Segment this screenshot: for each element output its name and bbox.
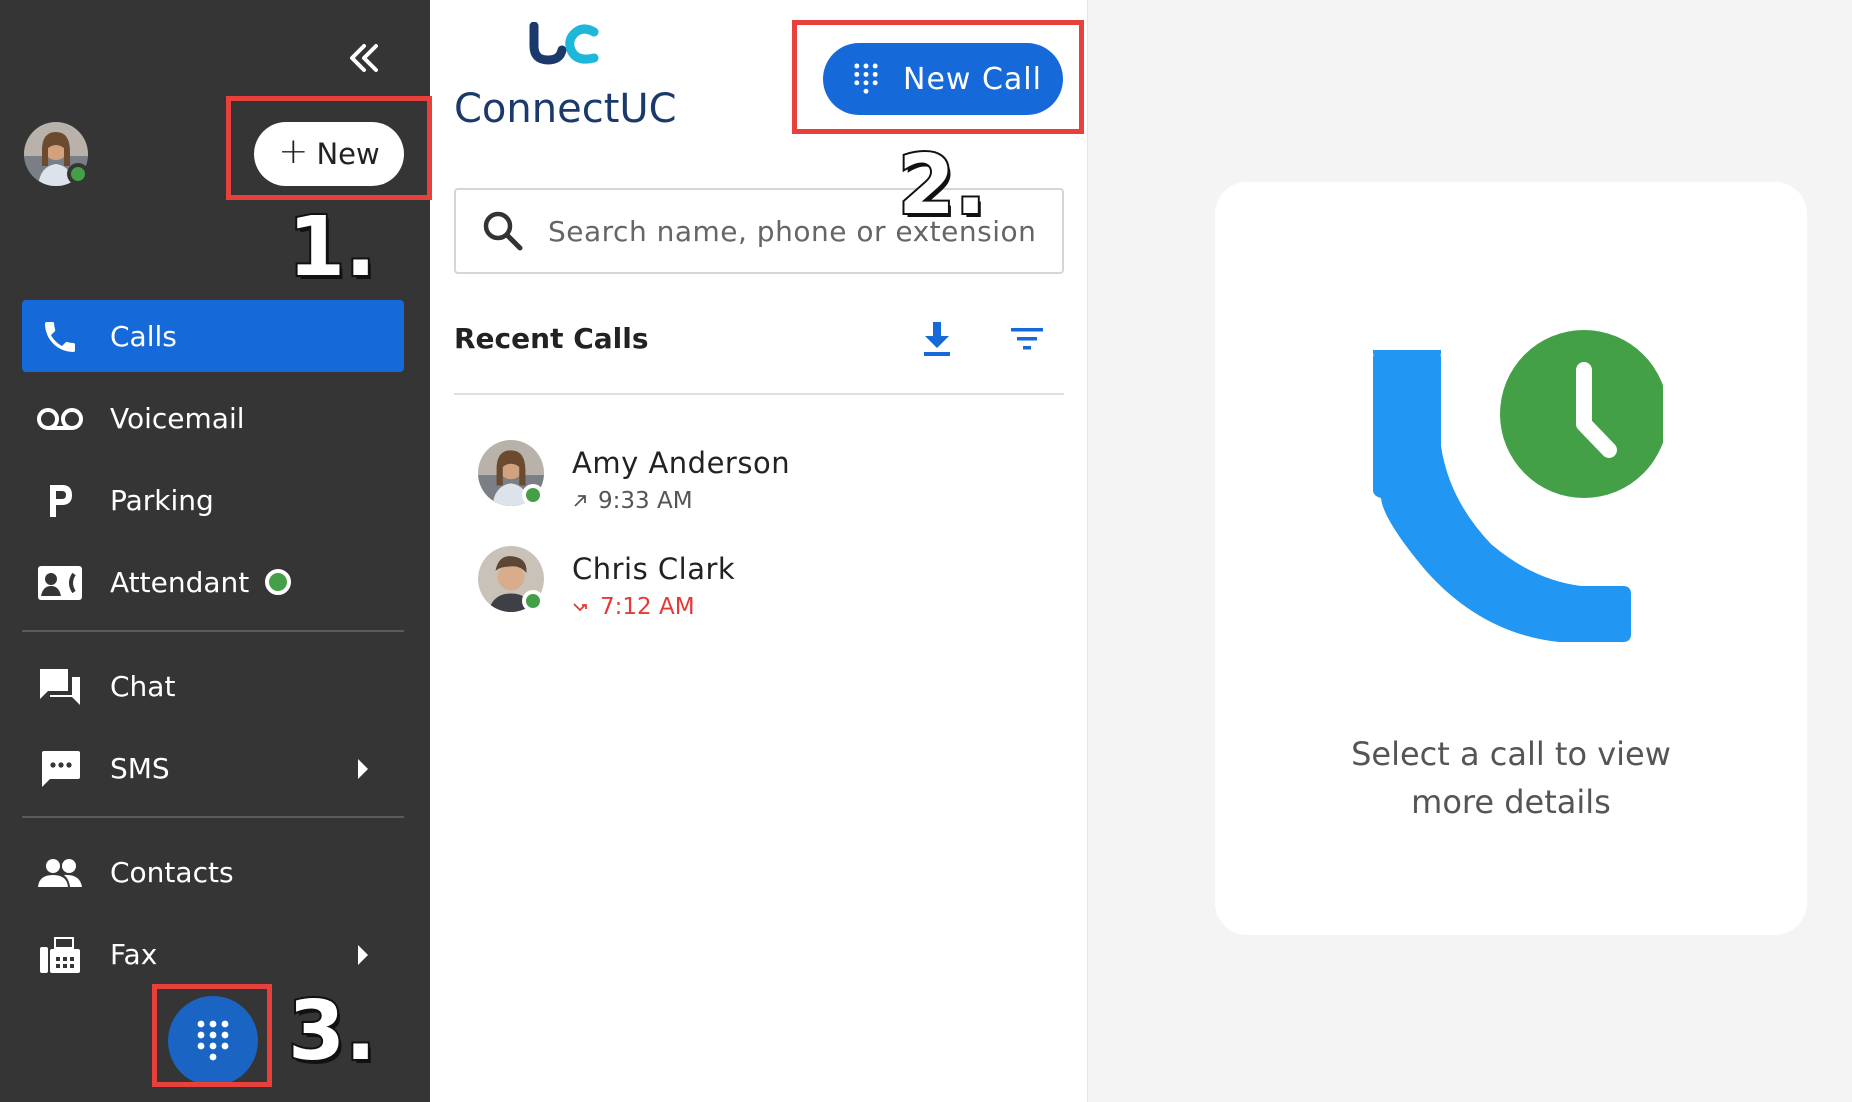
recent-calls-title: Recent Calls [454, 321, 649, 355]
sidebar-item-label: Parking [110, 483, 214, 517]
call-time-text: 7:12 AM [600, 594, 695, 620]
presence-online-dot [522, 484, 544, 506]
search-input[interactable] [548, 214, 1048, 248]
new-call-button[interactable]: New Call [823, 43, 1063, 115]
sidebar-divider [22, 816, 404, 818]
sidebar-item-sms[interactable]: SMS [22, 732, 404, 804]
download-icon[interactable] [914, 316, 960, 362]
chevron-right-icon [358, 945, 368, 965]
recent-calls-list: Amy Anderson 9:33 AM Chris Clark 7:12 AM [454, 434, 1064, 646]
sidebar-item-label: Voicemail [110, 401, 245, 435]
missed-call-icon [573, 603, 587, 612]
outgoing-call-icon [574, 495, 586, 507]
empty-state-line: Select a call to view [1351, 735, 1671, 773]
call-row[interactable]: Amy Anderson 9:33 AM [454, 434, 1064, 540]
attendant-status-dot [265, 569, 292, 595]
new-call-label: New Call [903, 61, 1042, 97]
call-history-illustration [1363, 330, 1668, 650]
app-window: + New Calls Voicemail Parking Attendant … [0, 0, 1852, 1102]
filter-icon[interactable] [1004, 316, 1050, 362]
fax-icon [36, 936, 84, 974]
empty-state-card: Select a call to view more details [1215, 182, 1807, 935]
parking-icon [36, 482, 84, 520]
contacts-icon [36, 854, 84, 892]
empty-state-line: more details [1411, 783, 1611, 821]
presence-online-dot [67, 163, 89, 185]
voicemail-icon [36, 400, 84, 438]
sidebar-item-label: Calls [110, 319, 177, 353]
sms-icon [36, 750, 84, 788]
call-contact-name: Chris Clark [572, 552, 736, 586]
sidebar-item-parking[interactable]: Parking [22, 464, 404, 536]
connectuc-logo: ConnectUC [452, 21, 702, 132]
sidebar-item-label: Chat [110, 669, 176, 703]
plus-icon: + [278, 131, 309, 172]
recent-calls-header: Recent Calls [454, 310, 1064, 366]
new-button[interactable]: + New [254, 122, 404, 186]
chat-icon [36, 668, 84, 706]
sidebar-item-contacts[interactable]: Contacts [22, 836, 404, 908]
recent-calls-actions [914, 316, 1050, 362]
call-contact-name: Amy Anderson [572, 446, 791, 480]
attendant-icon [36, 564, 84, 602]
call-time-text: 9:33 AM [598, 488, 693, 514]
phone-icon [36, 318, 84, 356]
collapse-sidebar-icon[interactable] [342, 38, 386, 78]
chevron-right-icon [358, 759, 368, 779]
new-button-label: New [316, 137, 380, 171]
call-timestamp: 7:12 AM [572, 594, 695, 620]
sidebar-item-calls[interactable]: Calls [22, 300, 404, 372]
calls-panel: ConnectUC New Call Recent Calls [430, 0, 1088, 1102]
empty-state-message: Select a call to view more details [1215, 730, 1807, 826]
logo-wordmark: ConnectUC [454, 86, 677, 132]
dialpad-icon [197, 1020, 229, 1061]
sidebar-item-label: SMS [110, 751, 170, 785]
sidebar-item-chat[interactable]: Chat [22, 650, 404, 722]
sidebar-divider [22, 630, 404, 632]
sidebar-item-fax[interactable]: Fax [22, 918, 404, 990]
sidebar: + New Calls Voicemail Parking Attendant … [0, 0, 430, 1102]
sidebar-item-label: Attendant [110, 565, 250, 599]
sidebar-item-label: Contacts [110, 855, 234, 889]
sidebar-item-attendant[interactable]: Attendant [22, 546, 404, 618]
call-row[interactable]: Chris Clark 7:12 AM [454, 540, 1064, 646]
call-timestamp: 9:33 AM [572, 488, 693, 514]
search-icon [483, 211, 523, 251]
divider [454, 393, 1064, 395]
dialpad-button[interactable] [168, 996, 258, 1086]
search-box[interactable] [454, 188, 1064, 274]
call-detail-panel: Select a call to view more details [1089, 0, 1852, 1102]
sidebar-item-voicemail[interactable]: Voicemail [22, 382, 404, 454]
sidebar-item-label: Fax [110, 937, 158, 971]
sidebar-nav: Calls Voicemail Parking Attendant Chat S… [22, 300, 404, 1000]
presence-online-dot [522, 590, 544, 612]
dialpad-icon [854, 63, 878, 94]
